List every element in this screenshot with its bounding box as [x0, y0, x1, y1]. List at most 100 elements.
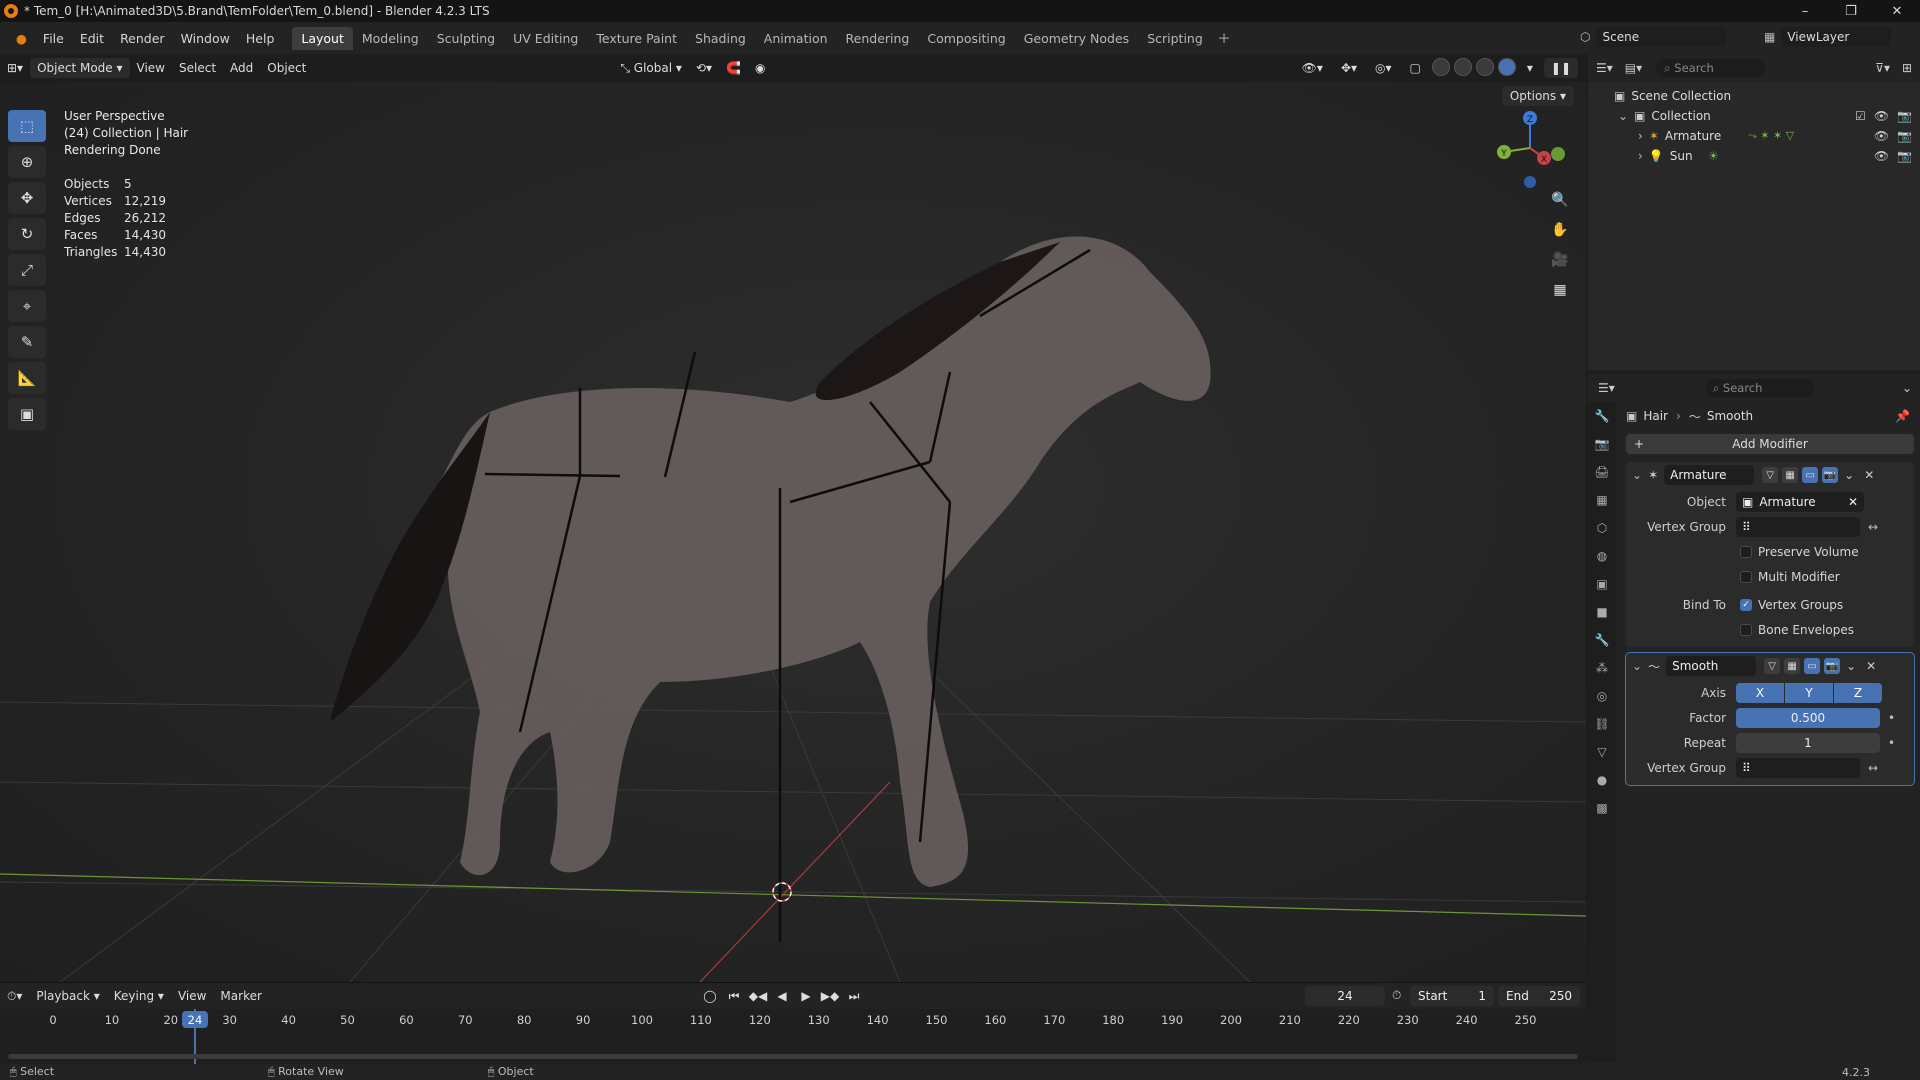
invert-icon[interactable]: ↔ — [1868, 761, 1878, 775]
tab-texture-paint[interactable]: Texture Paint — [587, 27, 686, 50]
axis-x-toggle[interactable]: X — [1736, 683, 1784, 703]
jump-start-icon[interactable]: ⏮ — [724, 987, 744, 1005]
scene-tab-icon[interactable]: ⬡ — [1588, 514, 1616, 542]
play-icon[interactable]: ▶ — [796, 987, 816, 1005]
proportional-edit-icon[interactable]: ◉ — [748, 58, 772, 78]
visibility-eye-icon[interactable]: 👁 — [1874, 109, 1889, 123]
outliner-editor-icon[interactable]: ☰▾ — [1596, 61, 1613, 75]
expand-icon[interactable]: ⌄ — [1618, 109, 1628, 123]
tab-scripting[interactable]: Scripting — [1138, 27, 1212, 50]
visibility-eye-icon[interactable]: 👁 — [1874, 129, 1889, 143]
pause-render-icon[interactable]: ❚❚ — [1543, 58, 1578, 78]
menu-file[interactable]: File — [35, 31, 72, 46]
data-tab-icon[interactable]: ▽ — [1588, 738, 1616, 766]
preserve-volume-checkbox[interactable] — [1740, 546, 1752, 558]
keyframe-dot-icon[interactable]: • — [1888, 711, 1895, 725]
factor-slider[interactable]: 0.500 — [1736, 708, 1880, 728]
include-checkbox-icon[interactable]: ☑ — [1855, 109, 1866, 123]
play-reverse-icon[interactable]: ◀ — [772, 987, 792, 1005]
render-camera-icon[interactable]: 📷 — [1897, 129, 1912, 143]
menu-timeline-view[interactable]: View — [171, 986, 213, 1006]
collapse-icon[interactable]: ⌄ — [1632, 468, 1642, 482]
add-modifier-button[interactable]: + Add Modifier — [1626, 434, 1914, 454]
render-camera-icon[interactable]: 📷 — [1897, 149, 1912, 163]
gizmo-toggle-icon[interactable]: ✥▾ — [1334, 58, 1364, 78]
cursor-tool-icon[interactable]: ⊕ — [8, 146, 46, 178]
on-cage-icon[interactable]: ▽ — [1762, 467, 1779, 483]
add-cube-tool-icon[interactable]: ▣ — [8, 398, 46, 430]
preview-range-icon[interactable]: ⏱ — [1392, 988, 1401, 1003]
armature-vertex-group-field[interactable]: ⠿ — [1736, 517, 1860, 537]
snap-icon[interactable]: 🧲 — [719, 58, 748, 78]
collection-tab-icon[interactable]: ▣ — [1588, 570, 1616, 598]
smooth-vertex-group-field[interactable]: ⠿ — [1736, 758, 1860, 778]
camera-view-icon[interactable]: 🎥 — [1548, 252, 1572, 282]
timeline-scrollbar[interactable] — [8, 1054, 1578, 1059]
display-mode-icon[interactable]: ▤▾ — [1625, 61, 1642, 75]
auto-key-icon[interactable]: ◯ — [700, 987, 720, 1005]
particles-tab-icon[interactable]: ⁂ — [1588, 654, 1616, 682]
outliner-row-collection[interactable]: ⌄ ▣ Collection ☑ 👁 📷 — [1588, 106, 1920, 126]
modifier-menu-icon[interactable]: ⌄ — [1846, 659, 1856, 673]
start-frame-field[interactable]: Start 1 — [1410, 986, 1494, 1006]
output-tab-icon[interactable]: 🖨 — [1588, 458, 1616, 486]
prev-keyframe-icon[interactable]: ◆◀ — [748, 987, 768, 1005]
axis-z-toggle[interactable]: Z — [1834, 683, 1882, 703]
tab-modeling[interactable]: Modeling — [353, 27, 428, 50]
tab-compositing[interactable]: Compositing — [918, 27, 1014, 50]
end-frame-field[interactable]: End 250 — [1498, 986, 1580, 1006]
menu-render[interactable]: Render — [112, 31, 173, 46]
add-workspace-button[interactable]: + — [1212, 29, 1237, 47]
3d-viewport[interactable]: User Perspective (24) Collection | Hair … — [0, 82, 1586, 982]
view-layer-selector[interactable]: ▦ ViewLayer — [1764, 26, 1914, 48]
texture-tab-icon[interactable]: ▩ — [1588, 794, 1616, 822]
render-tab-icon[interactable]: 📷 — [1588, 430, 1616, 458]
menu-object[interactable]: Object — [260, 58, 313, 78]
options-dropdown[interactable]: Options ▾ — [1501, 86, 1574, 106]
menu-playback[interactable]: Playback ▾ — [29, 986, 106, 1006]
view-layer-name-field[interactable]: ViewLayer — [1781, 27, 1892, 47]
edit-mode-icon[interactable]: ▦ — [1782, 467, 1799, 483]
select-box-tool-icon[interactable]: ⬚ — [8, 110, 46, 142]
tool-tab-icon[interactable]: 🔧 — [1588, 402, 1616, 430]
outliner-row-sun[interactable]: › 💡 Sun ☀ 👁 📷 — [1588, 146, 1920, 166]
render-toggle-icon[interactable]: 📷 — [1824, 658, 1841, 674]
clear-field-icon[interactable]: ✕ — [1848, 495, 1858, 509]
jump-end-icon[interactable]: ⏭ — [844, 987, 864, 1005]
overlay-toggle-icon[interactable]: ◎▾ — [1368, 58, 1399, 78]
menu-help[interactable]: Help — [238, 31, 283, 46]
menu-keying[interactable]: Keying ▾ — [107, 986, 171, 1006]
menu-select[interactable]: Select — [172, 58, 223, 78]
tab-shading[interactable]: Shading — [686, 27, 755, 50]
maximize-button[interactable]: ❐ — [1828, 0, 1874, 22]
pivot-icon[interactable]: ⟲▾ — [689, 58, 719, 78]
tab-sculpting[interactable]: Sculpting — [428, 27, 504, 50]
armature-object-field[interactable]: ▣ Armature ✕ — [1736, 492, 1864, 512]
properties-editor-icon[interactable]: ☰▾ — [1598, 381, 1615, 395]
blender-menu-icon[interactable]: ● — [8, 31, 35, 46]
repeat-field[interactable]: 1 — [1736, 733, 1880, 753]
edit-mode-icon[interactable]: ▦ — [1784, 658, 1801, 674]
tab-animation[interactable]: Animation — [755, 27, 837, 50]
render-camera-icon[interactable]: 📷 — [1897, 109, 1912, 123]
close-window-button[interactable]: ✕ — [1874, 0, 1920, 22]
outliner-row-scene-collection[interactable]: ▣ Scene Collection — [1588, 86, 1920, 106]
render-toggle-icon[interactable]: 📷 — [1822, 467, 1839, 483]
scale-tool-icon[interactable]: ⤢ — [8, 254, 46, 286]
pin-icon[interactable]: 📌 — [1895, 409, 1910, 423]
frame-ruler[interactable]: 24 0 10 20 30 40 50 60 70 80 90 100 110 120 130 140 150… — [0, 1009, 1586, 1065]
realtime-icon[interactable]: ▭ — [1802, 467, 1819, 483]
collapse-icon[interactable]: ⌄ — [1632, 659, 1642, 673]
constraints-tab-icon[interactable]: ⛓ — [1588, 710, 1616, 738]
pan-hand-icon[interactable]: ✋ — [1548, 222, 1572, 252]
transform-orientation-dropdown[interactable]: ⤡ Global ▾ — [613, 58, 689, 78]
outliner-search[interactable]: ⌕ Search — [1656, 59, 1767, 77]
next-keyframe-icon[interactable]: ▶◆ — [820, 987, 840, 1005]
vertex-groups-checkbox[interactable]: ✓ — [1740, 599, 1752, 611]
zoom-icon[interactable]: 🔍 — [1548, 192, 1572, 222]
tab-layout[interactable]: Layout — [292, 26, 353, 50]
shading-options-icon[interactable]: ▾ — [1520, 58, 1540, 78]
menu-view[interactable]: View — [130, 58, 172, 78]
mode-dropdown[interactable]: Object Mode ▾ — [30, 58, 130, 78]
bone-envelopes-checkbox[interactable] — [1740, 624, 1752, 636]
